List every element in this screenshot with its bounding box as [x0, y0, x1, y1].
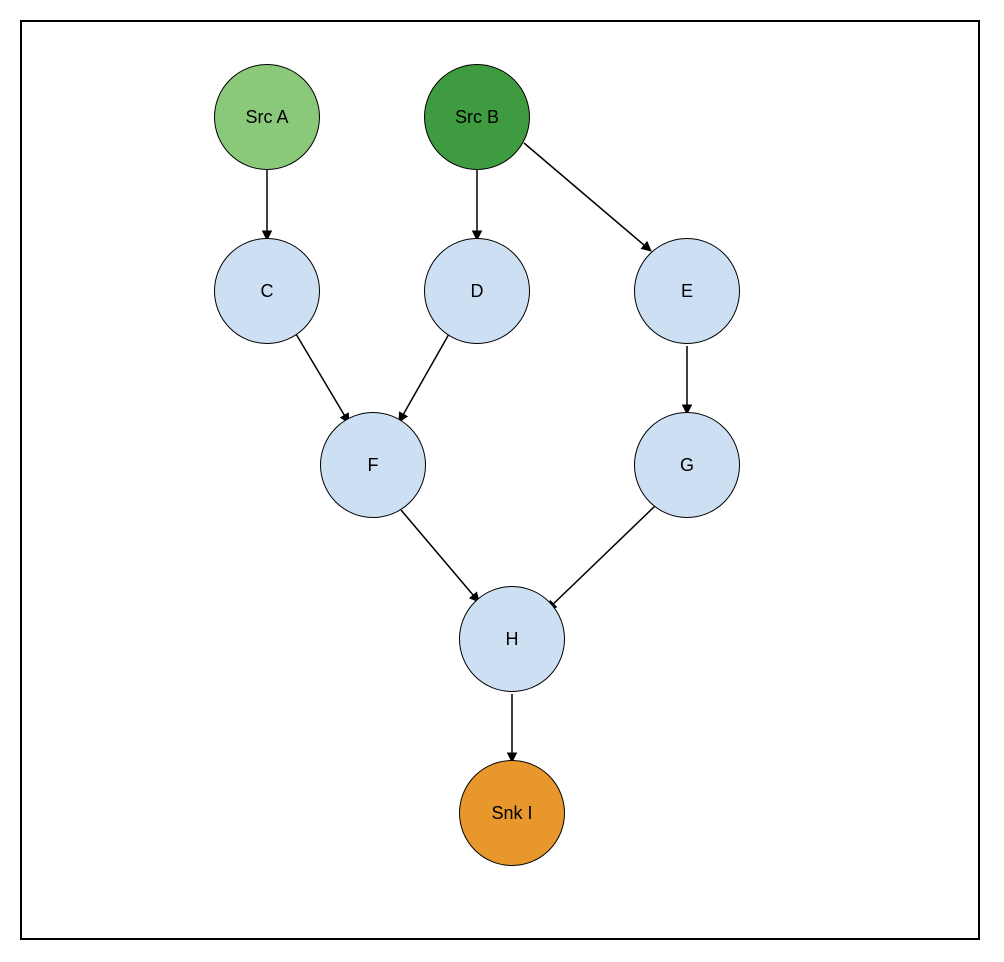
diagram-frame: Src A Src B C D E F G H Snk I — [20, 20, 980, 940]
edge-c-f — [296, 334, 349, 423]
node-src-b[interactable]: Src B — [424, 64, 530, 170]
node-c[interactable]: C — [214, 238, 320, 344]
edge-g-h — [547, 506, 655, 610]
edge-d-f — [399, 334, 449, 422]
node-src-a[interactable]: Src A — [214, 64, 320, 170]
node-label: H — [506, 629, 519, 650]
node-g[interactable]: G — [634, 412, 740, 518]
node-f[interactable]: F — [320, 412, 426, 518]
edge-f-h — [401, 510, 479, 602]
node-label: E — [681, 281, 693, 302]
node-e[interactable]: E — [634, 238, 740, 344]
node-snk-i[interactable]: Snk I — [459, 760, 565, 866]
node-label: C — [261, 281, 274, 302]
edge-b-e — [524, 143, 651, 251]
node-label: Snk I — [491, 803, 532, 824]
node-label: Src A — [245, 107, 288, 128]
node-label: F — [368, 455, 379, 476]
node-d[interactable]: D — [424, 238, 530, 344]
node-label: G — [680, 455, 694, 476]
node-label: Src B — [455, 107, 499, 128]
node-h[interactable]: H — [459, 586, 565, 692]
node-label: D — [471, 281, 484, 302]
